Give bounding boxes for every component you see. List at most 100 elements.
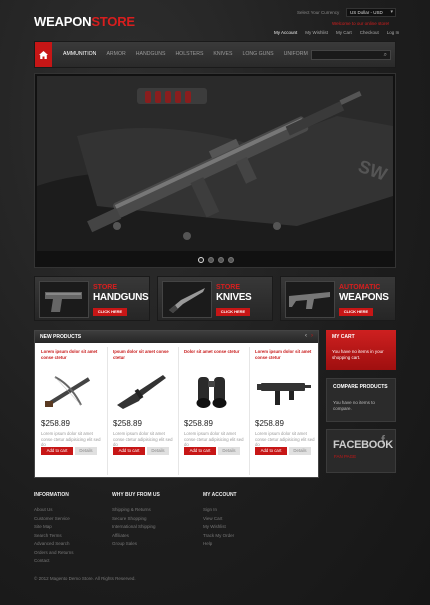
product-title[interactable]: Ipsum dolor sit amet conse ctetur bbox=[113, 349, 175, 367]
account-links: My Account My Wishlist My Cart Checkout … bbox=[270, 30, 403, 35]
submachine-gun-icon bbox=[257, 383, 311, 405]
footer-link[interactable]: Shipping & Returns bbox=[112, 506, 156, 515]
my-cart-widget: MY CART You have no items in your shoppi… bbox=[326, 330, 396, 370]
product-description: Lorem ipsum dolor sit amet conse ctetur … bbox=[184, 431, 244, 447]
banner-line1: STORE bbox=[216, 284, 240, 291]
handgun-icon bbox=[45, 292, 82, 312]
footer-link[interactable]: Orders and Returns bbox=[34, 549, 74, 558]
footer-link[interactable]: Contact bbox=[34, 557, 74, 566]
currency-select[interactable]: US Dollar - USD ▾ bbox=[346, 8, 396, 17]
nav-item-uniform[interactable]: UNIFORM bbox=[284, 51, 308, 57]
store-logo[interactable]: WEAPONSTORE bbox=[34, 14, 135, 29]
divider bbox=[107, 347, 108, 475]
rifle-on-vest-image: SW bbox=[37, 76, 393, 251]
footer-link[interactable]: Help bbox=[203, 540, 234, 549]
divider bbox=[249, 347, 250, 475]
link-checkout[interactable]: Checkout bbox=[356, 30, 383, 35]
slider-dot-2[interactable] bbox=[208, 257, 214, 263]
home-button[interactable] bbox=[35, 42, 52, 67]
footer-link[interactable]: View Cart bbox=[203, 515, 234, 524]
hero-slider: SW bbox=[34, 73, 396, 268]
add-to-cart-button[interactable]: Add to cart bbox=[113, 447, 145, 455]
add-to-cart-button[interactable]: Add to cart bbox=[184, 447, 216, 455]
search-icon[interactable]: ⌕ bbox=[384, 52, 387, 59]
footer-link[interactable]: Track My Order bbox=[203, 532, 234, 541]
arrow-left-icon[interactable]: ‹ bbox=[305, 333, 307, 339]
click-here-button[interactable]: CLICK HERE bbox=[93, 308, 127, 316]
nav-item-knives[interactable]: KNIVES bbox=[213, 51, 232, 57]
link-log-in[interactable]: Log In bbox=[383, 30, 404, 35]
banner-knives[interactable]: STORE KNIVES CLICK HERE bbox=[157, 276, 273, 321]
welcome-message: Welcome to our online store! bbox=[332, 21, 390, 26]
footer-link[interactable]: Secure Shopping bbox=[112, 515, 156, 524]
carousel-arrows: ‹ › bbox=[305, 333, 313, 339]
facebook-widget[interactable]: f FACEBOOK FAN PAGE bbox=[326, 429, 396, 473]
banner-line2: KNIVES bbox=[216, 292, 252, 303]
home-icon bbox=[39, 50, 48, 59]
banner-line1: AUTOMATIC bbox=[339, 284, 381, 291]
nav-item-handguns[interactable]: HANDGUNS bbox=[136, 51, 166, 57]
details-button[interactable]: Details bbox=[147, 447, 169, 455]
search-input[interactable]: ⌕ bbox=[311, 50, 391, 60]
rifle-icon bbox=[289, 292, 330, 309]
new-products-title: NEW PRODUCTS bbox=[40, 334, 82, 340]
main-navigation: AMMUNITION ARMOR HANDGUNS HOLSTERS KNIVE… bbox=[34, 41, 396, 68]
footer-column-information: About Us Customer Service Site Map Searc… bbox=[34, 506, 74, 566]
product-card: Dolor sit amet conse ctetur $258.89 Lore… bbox=[184, 349, 246, 455]
nav-item-ammunition[interactable]: AMMUNITION bbox=[63, 51, 96, 57]
product-image-rifle[interactable] bbox=[113, 371, 171, 411]
link-my-wishlist[interactable]: My Wishlist bbox=[301, 30, 332, 35]
banner-handguns[interactable]: STORE HANDGUNS CLICK HERE bbox=[34, 276, 150, 321]
footer-link[interactable]: About Us bbox=[34, 506, 74, 515]
footer-link[interactable]: Site Map bbox=[34, 523, 74, 532]
click-here-button[interactable]: CLICK HERE bbox=[216, 308, 250, 316]
product-image-binoculars[interactable] bbox=[184, 371, 242, 411]
knife-thumbnail bbox=[162, 281, 212, 318]
copyright-text: © 2012 Magento Demo Store. All Rights Re… bbox=[34, 576, 136, 581]
product-image-submachine-gun[interactable] bbox=[255, 371, 313, 411]
link-my-account[interactable]: My Account bbox=[270, 30, 301, 35]
cart-title[interactable]: MY CART bbox=[332, 334, 355, 340]
rifle-thumbnail bbox=[285, 281, 335, 318]
rifle-icon bbox=[117, 375, 166, 409]
footer-link[interactable]: Customer Service bbox=[34, 515, 74, 524]
arrow-right-icon[interactable]: › bbox=[311, 333, 313, 339]
banner-automatic-weapons[interactable]: AUTOMATIC WEAPONS CLICK HERE bbox=[280, 276, 396, 321]
product-image-crossbow[interactable] bbox=[41, 371, 99, 411]
nav-item-long-guns[interactable]: LONG GUNS bbox=[242, 51, 273, 57]
footer-link[interactable]: Sign In bbox=[203, 506, 234, 515]
nav-item-armor[interactable]: ARMOR bbox=[106, 51, 125, 57]
details-button[interactable]: Details bbox=[218, 447, 240, 455]
product-title[interactable]: Lorem ipsum dolor sit amet conse ctetur bbox=[255, 349, 317, 367]
banner-line2: HANDGUNS bbox=[93, 292, 149, 303]
footer-link[interactable]: Search Terms bbox=[34, 532, 74, 541]
hero-slide-image[interactable]: SW bbox=[37, 76, 393, 251]
divider bbox=[178, 347, 179, 475]
nav-item-holsters[interactable]: HOLSTERS bbox=[175, 51, 203, 57]
click-here-button[interactable]: CLICK HERE bbox=[339, 308, 373, 316]
add-to-cart-button[interactable]: Add to cart bbox=[255, 447, 287, 455]
facebook-title: FACEBOOK bbox=[333, 439, 393, 451]
footer-column-why-buy: Shipping & Returns Secure Shopping Inter… bbox=[112, 506, 156, 549]
product-title[interactable]: Lorem ipsum dolor sit amet conse ctetur bbox=[41, 349, 103, 367]
slider-dot-3[interactable] bbox=[218, 257, 224, 263]
footer-link[interactable]: Affiliates bbox=[112, 532, 156, 541]
product-title[interactable]: Dolor sit amet conse ctetur bbox=[184, 349, 246, 367]
footer-link[interactable]: Advanced Search bbox=[34, 540, 74, 549]
product-price: $258.89 bbox=[113, 419, 142, 428]
details-button[interactable]: Details bbox=[289, 447, 311, 455]
footer-link[interactable]: My Wishlist bbox=[203, 523, 234, 532]
nav-menu: AMMUNITION ARMOR HANDGUNS HOLSTERS KNIVE… bbox=[63, 51, 308, 57]
details-button[interactable]: Details bbox=[75, 447, 97, 455]
footer-heading-information: INFORMATION bbox=[34, 492, 69, 498]
chevron-down-icon: ▾ bbox=[390, 9, 393, 15]
footer-link[interactable]: Group Sales bbox=[112, 540, 156, 549]
product-description: Lorem ipsum dolor sit amet conse ctetur … bbox=[41, 431, 101, 447]
footer-link[interactable]: International Shipping bbox=[112, 523, 156, 532]
link-my-cart[interactable]: My Cart bbox=[332, 30, 356, 35]
add-to-cart-button[interactable]: Add to cart bbox=[41, 447, 73, 455]
slider-dot-4[interactable] bbox=[228, 257, 234, 263]
slider-dot-1[interactable] bbox=[198, 257, 204, 263]
product-price: $258.89 bbox=[41, 419, 70, 428]
currency-label: Select Your Currency bbox=[297, 10, 340, 15]
